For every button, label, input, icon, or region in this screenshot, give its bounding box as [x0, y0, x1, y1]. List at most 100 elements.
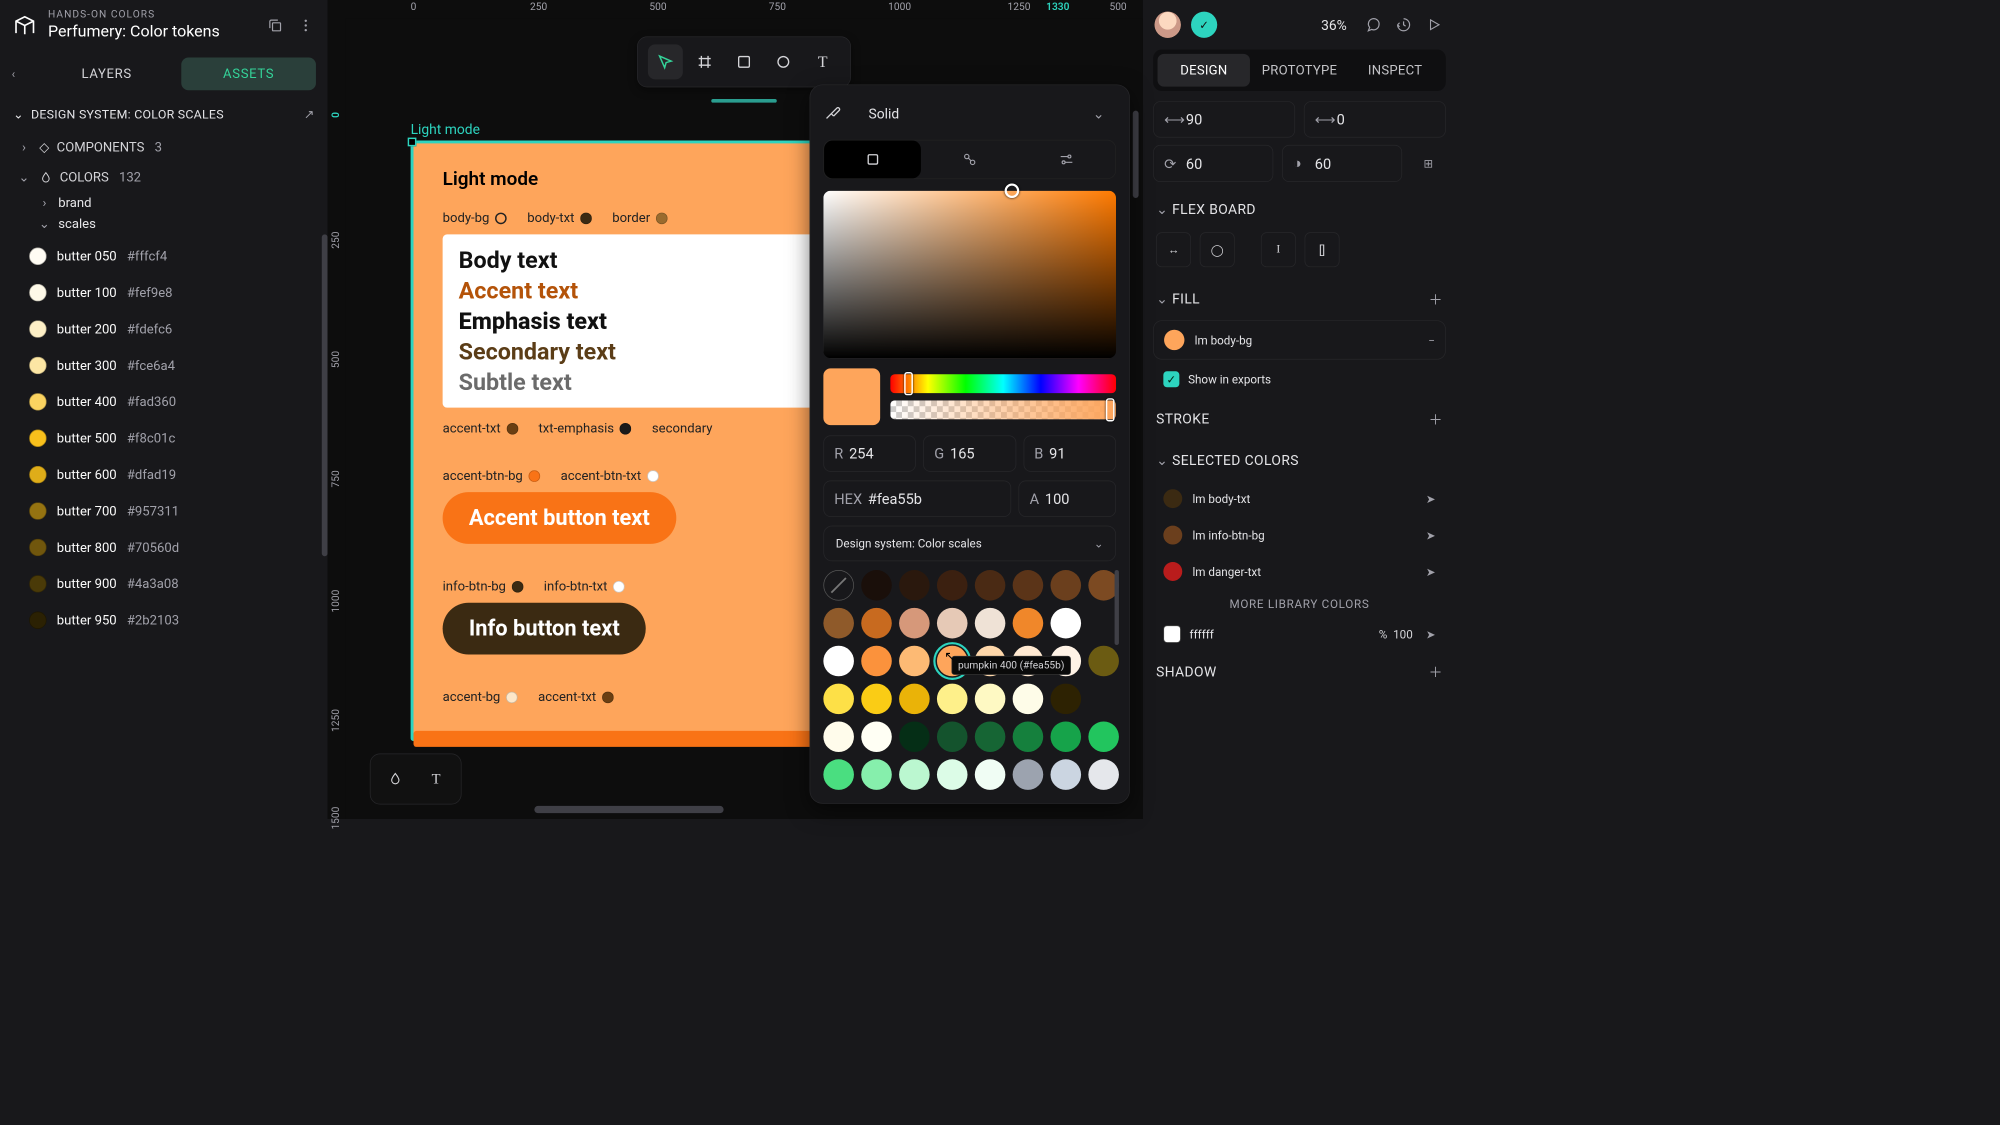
canvas-vscroll-track[interactable] [1133, 38, 1139, 591]
library-swatch[interactable] [937, 721, 968, 752]
section-selected-colors[interactable]: ⌄SELECTED COLORS [1153, 440, 1446, 480]
radius-input[interactable]: ◑60 [1282, 145, 1402, 182]
library-swatch[interactable] [861, 646, 892, 677]
ellipse-tool[interactable] [766, 44, 801, 79]
play-icon[interactable] [1424, 15, 1444, 35]
library-swatch[interactable] [937, 570, 968, 601]
library-swatch[interactable] [899, 646, 930, 677]
library-swatch[interactable] [823, 759, 854, 790]
library-swatch[interactable] [1013, 759, 1044, 790]
library-swatch[interactable] [1088, 646, 1119, 677]
swatch-row[interactable]: butter 050 #fffcf4 [19, 239, 312, 274]
hue-slider[interactable] [890, 374, 1116, 393]
zoom-level[interactable]: 36% [1321, 16, 1347, 33]
library-swatch[interactable] [975, 759, 1006, 790]
library-swatch[interactable] [937, 684, 968, 715]
history-icon[interactable] [1393, 15, 1413, 35]
library-swatch[interactable] [937, 759, 968, 790]
section-colors[interactable]: ⌄ COLORS 132 [0, 162, 328, 192]
library-swatch[interactable] [1013, 570, 1044, 601]
color-group-scales[interactable]: ⌄ scales [0, 213, 328, 234]
tab-assets[interactable]: ASSETS [181, 58, 316, 91]
tab-prototype[interactable]: PROTOTYPE [1253, 54, 1346, 87]
alpha-input[interactable]: A100 [1019, 480, 1116, 516]
user-avatar[interactable] [1155, 12, 1181, 38]
library-swatch[interactable] [823, 608, 854, 639]
rectangle-tool[interactable] [727, 44, 762, 79]
library-swatch[interactable] [975, 608, 1006, 639]
library-swatch[interactable] [823, 570, 854, 601]
selected-color-row[interactable]: lm body-txt ➤ [1153, 480, 1446, 516]
library-swatch[interactable] [975, 684, 1006, 715]
section-shadow[interactable]: SHADOW＋ [1153, 650, 1446, 693]
swatch-row[interactable]: butter 900 #4a3a08 [19, 566, 312, 601]
add-stroke-icon[interactable]: ＋ [1429, 409, 1443, 429]
swatch-row[interactable]: butter 950 #2b2103 [19, 603, 312, 638]
open-external-icon[interactable]: ↗ [304, 108, 315, 123]
library-swatch[interactable] [1088, 721, 1119, 752]
b-input[interactable]: B91 [1023, 435, 1116, 471]
drop-tool[interactable] [379, 763, 411, 795]
swatch-row[interactable]: butter 600 #dfad19 [19, 457, 312, 492]
library-swatch[interactable] [1051, 721, 1082, 752]
section-design-system[interactable]: ⌄ DESIGN SYSTEM: COLOR SCALES ↗ [0, 98, 328, 133]
section-components[interactable]: › ◇ COMPONENTS 3 [0, 132, 328, 162]
g-input[interactable]: G165 [923, 435, 1016, 471]
swatch-row[interactable]: butter 500 #f8c01c [19, 421, 312, 456]
library-swatch[interactable] [861, 684, 892, 715]
library-swatch[interactable] [1013, 608, 1044, 639]
tab-inspect[interactable]: INSPECT [1349, 54, 1442, 87]
color-group-brand[interactable]: › brand [0, 192, 328, 213]
add-shadow-icon[interactable]: ＋ [1429, 662, 1443, 682]
fill-tab-solid[interactable] [824, 141, 921, 179]
height-input[interactable]: ⟷0 [1304, 101, 1446, 137]
library-swatch[interactable] [823, 684, 854, 715]
independent-corners-icon[interactable]: ⊞ [1411, 145, 1446, 182]
more-library-colors[interactable]: MORE LIBRARY COLORS [1153, 590, 1446, 618]
library-swatch[interactable] [861, 570, 892, 601]
canvas-hscroll[interactable] [534, 806, 723, 813]
library-swatch[interactable] [1051, 570, 1082, 601]
library-scrollbar[interactable] [1115, 570, 1119, 645]
nav-arrow-icon[interactable]: ➤ [1426, 565, 1436, 579]
library-swatch[interactable] [899, 608, 930, 639]
library-swatch[interactable] [975, 721, 1006, 752]
text-tool[interactable]: T [805, 44, 840, 79]
tab-design[interactable]: DESIGN [1158, 54, 1251, 87]
library-select[interactable]: Design system: Color scales ⌄ [823, 526, 1116, 562]
flex-bracket-icon[interactable]: [] [1305, 232, 1340, 267]
fill-mode-select[interactable]: Solid ⌄ [857, 98, 1116, 129]
eyedropper-icon[interactable] [823, 102, 846, 125]
alpha-slider[interactable] [890, 400, 1116, 419]
remove-fill-icon[interactable]: − [1428, 333, 1435, 347]
section-flex-board[interactable]: ⌄FLEX BOARD [1153, 189, 1446, 229]
library-swatch[interactable] [975, 570, 1006, 601]
nav-arrow-icon[interactable]: ➤ [1426, 528, 1436, 542]
duplicate-icon[interactable] [265, 15, 285, 35]
library-swatch[interactable] [937, 608, 968, 639]
swatch-row[interactable]: butter 700 #957311 [19, 494, 312, 529]
comment-icon[interactable] [1363, 15, 1383, 35]
library-swatch[interactable] [1088, 759, 1119, 790]
swatch-row[interactable]: butter 300 #fce6a4 [19, 348, 312, 383]
r-input[interactable]: R254 [823, 435, 916, 471]
library-swatch[interactable] [1051, 684, 1082, 715]
library-swatch[interactable] [861, 721, 892, 752]
saturation-field[interactable] [823, 191, 1116, 358]
library-swatch[interactable] [899, 570, 930, 601]
frame-tool[interactable] [687, 44, 722, 79]
hex-input[interactable]: HEX#fea55b [823, 480, 1011, 516]
fill-tab-gradient[interactable] [921, 141, 1018, 179]
flex-pill-icon[interactable]: ◯ [1200, 232, 1235, 267]
swatch-row[interactable]: butter 400 #fad360 [19, 384, 312, 419]
library-swatch[interactable] [1013, 684, 1044, 715]
swatch-row[interactable]: butter 800 #70560d [19, 530, 312, 565]
library-swatch[interactable] [1051, 759, 1082, 790]
fill-tab-settings[interactable] [1018, 141, 1115, 179]
library-swatch[interactable] [1051, 608, 1082, 639]
section-fill[interactable]: ⌄FILL＋ [1153, 277, 1446, 320]
presence-indicator[interactable]: ✓ [1191, 12, 1217, 38]
selected-color-row[interactable]: lm danger-txt ➤ [1153, 553, 1446, 589]
nav-arrow-icon[interactable]: ➤ [1426, 492, 1436, 506]
selection-handle[interactable] [408, 138, 417, 147]
